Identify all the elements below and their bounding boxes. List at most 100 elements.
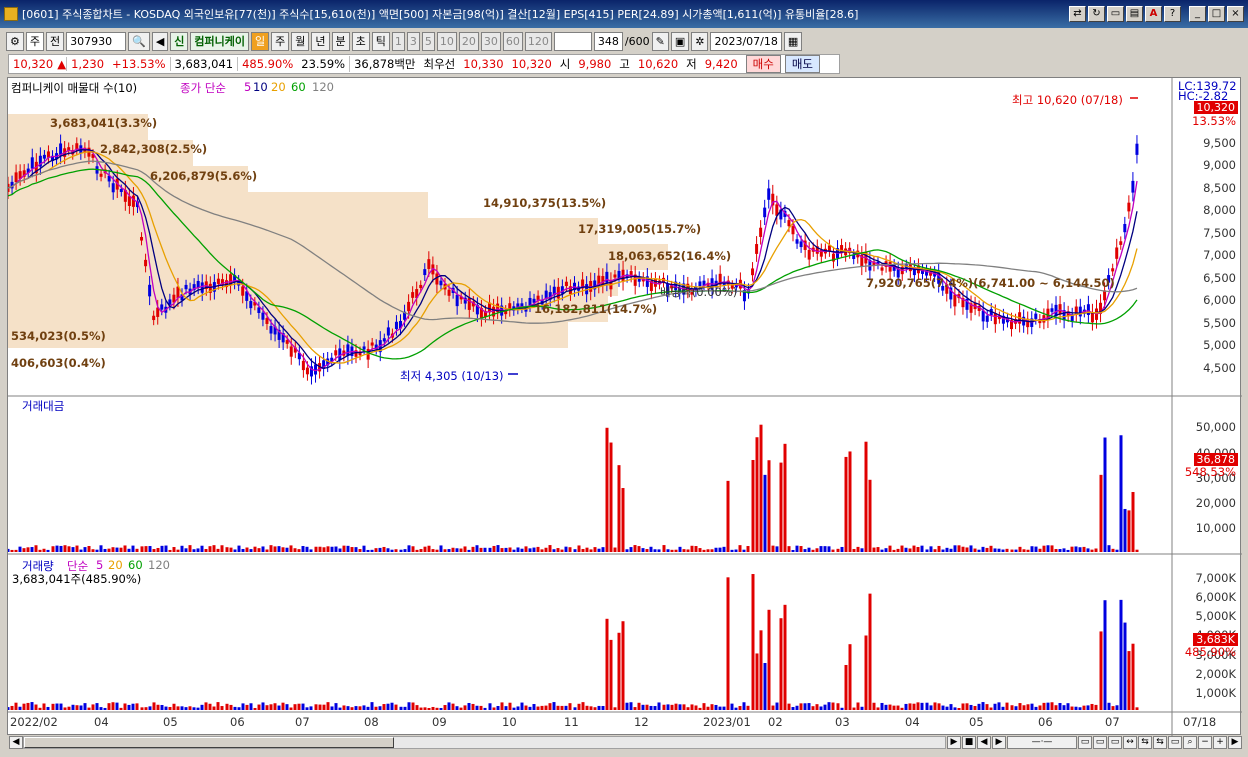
volume-profile-band — [8, 192, 428, 218]
amount-bar — [896, 548, 900, 552]
unit-year[interactable]: 년 — [311, 31, 330, 51]
calendar-icon[interactable]: ▦ — [783, 31, 803, 51]
fit-icon[interactable]: ▭ — [1168, 736, 1182, 749]
amount-bar — [467, 549, 471, 552]
volume-bar — [407, 702, 411, 710]
prev-button[interactable]: 전 — [46, 31, 65, 51]
buy-button[interactable]: 매수 — [745, 55, 781, 73]
period-select[interactable]: 주 — [25, 31, 44, 51]
refresh-icon[interactable]: ↻ — [1088, 6, 1105, 22]
volume-bar — [8, 707, 10, 710]
amount-bar — [475, 545, 479, 552]
unit-tick[interactable]: 틱 — [371, 31, 390, 51]
tools-icon[interactable]: ✎ — [651, 31, 669, 51]
chart-view-icon[interactable]: ▭ — [1078, 736, 1092, 749]
volume-bar — [807, 703, 811, 710]
zoom-out-icon[interactable]: − — [1198, 736, 1212, 749]
volume-bar — [496, 706, 500, 710]
y-tick: 6,000 — [1203, 293, 1236, 307]
link-icon[interactable]: ⇄ — [1069, 6, 1086, 22]
rewind-icon[interactable]: ◀ — [977, 736, 991, 749]
num-1[interactable]: 1 — [391, 31, 405, 51]
unit-second[interactable]: 초 — [351, 31, 370, 51]
count-input[interactable]: 348 — [593, 31, 623, 51]
play-icon[interactable]: ▶ — [947, 736, 961, 749]
volume-bar — [1086, 705, 1090, 710]
volume-bar — [1062, 705, 1066, 710]
num-30[interactable]: 30 — [480, 31, 501, 51]
num-3[interactable]: 3 — [406, 31, 420, 51]
volume-bar — [508, 702, 512, 710]
amount-bar — [641, 548, 645, 552]
amount-bar — [225, 547, 229, 552]
volume-bar — [548, 703, 552, 710]
volume-bar — [1022, 705, 1026, 710]
amount-bar — [305, 546, 309, 552]
scale-icon[interactable]: ⇆ — [1138, 736, 1152, 749]
fast-forward-icon[interactable]: ▶ — [992, 736, 1006, 749]
search-icon[interactable]: 🔍 — [128, 31, 150, 51]
window-icon[interactable]: ▭ — [1107, 6, 1124, 22]
close-button[interactable]: × — [1227, 6, 1244, 22]
volume-bar — [933, 702, 937, 710]
volume-bar — [560, 705, 564, 710]
stop-icon[interactable]: ■ — [962, 736, 976, 749]
volume-bar — [362, 705, 366, 710]
zoom-icon[interactable]: ⌕ — [1183, 736, 1197, 749]
num-60[interactable]: 60 — [502, 31, 523, 51]
date-input[interactable]: 2023/07/18 — [710, 31, 782, 51]
num-120[interactable]: 120 — [524, 31, 552, 51]
scroll-track[interactable] — [23, 736, 946, 749]
amount-bar — [593, 547, 597, 552]
chart-view3-icon[interactable]: ▭ — [1108, 736, 1122, 749]
gear-icon[interactable]: ✲ — [691, 31, 709, 51]
sound-icon[interactable]: ◀ — [151, 31, 169, 51]
unit-month[interactable]: 월 — [291, 31, 310, 51]
settings-icon[interactable]: ⚙ — [6, 31, 24, 51]
amount-bar — [981, 546, 985, 552]
num-10[interactable]: 10 — [436, 31, 457, 51]
num-20[interactable]: 20 — [458, 31, 479, 51]
amount-bar — [686, 549, 690, 552]
price-candle — [269, 326, 273, 334]
save-icon[interactable]: ▣ — [670, 31, 690, 51]
amount-bar — [204, 548, 208, 552]
zoom-slider[interactable]: —·— — [1007, 736, 1077, 749]
volume-bar — [382, 704, 386, 710]
scroll-right-icon[interactable]: ▶ — [1228, 736, 1242, 749]
chart-area[interactable]: 컴퍼니케이 매물대 수(10) 종가 단순 5 10 20 60 120 LC:… — [7, 77, 1242, 736]
minimize-button[interactable]: _ — [1189, 6, 1206, 22]
split-icon[interactable]: ↔ — [1123, 736, 1137, 749]
amount-bar — [973, 548, 977, 552]
unit-week[interactable]: 주 — [271, 31, 290, 51]
scroll-thumb[interactable] — [24, 737, 394, 748]
amount-bar — [831, 549, 835, 552]
print-icon[interactable]: ▤ — [1126, 6, 1143, 22]
amount-tick: 20,000 — [1195, 496, 1236, 510]
zoom-in-icon[interactable]: + — [1213, 736, 1227, 749]
trade-amount: 36,878백만 — [349, 56, 419, 72]
custom-num-input[interactable] — [553, 31, 592, 51]
amount-bar — [488, 547, 492, 552]
volume-bar — [1123, 622, 1127, 710]
maximize-button[interactable]: □ — [1208, 6, 1225, 22]
unit-day[interactable]: 일 — [251, 31, 270, 51]
volume-bar — [714, 704, 718, 710]
font-icon[interactable]: A — [1145, 6, 1162, 22]
volume-bar — [783, 604, 787, 710]
price-candle — [160, 304, 164, 310]
help-icon[interactable]: ? — [1164, 6, 1181, 22]
stock-name[interactable]: 컴퍼니케이 — [190, 31, 250, 51]
unit-minute[interactable]: 분 — [331, 31, 350, 51]
volume-bar — [637, 702, 641, 710]
scroll-left-icon[interactable]: ◀ — [9, 736, 23, 749]
code-input[interactable]: 307930 — [66, 31, 127, 51]
volume-bar — [787, 703, 791, 710]
amount-bar — [965, 547, 969, 552]
ruler-icon[interactable]: ⇆ — [1153, 736, 1167, 749]
chart-view2-icon[interactable]: ▭ — [1093, 736, 1107, 749]
price-candle — [111, 183, 115, 193]
num-5[interactable]: 5 — [421, 31, 435, 51]
sell-button[interactable]: 매도 — [784, 55, 821, 73]
volume-bar — [880, 702, 884, 710]
